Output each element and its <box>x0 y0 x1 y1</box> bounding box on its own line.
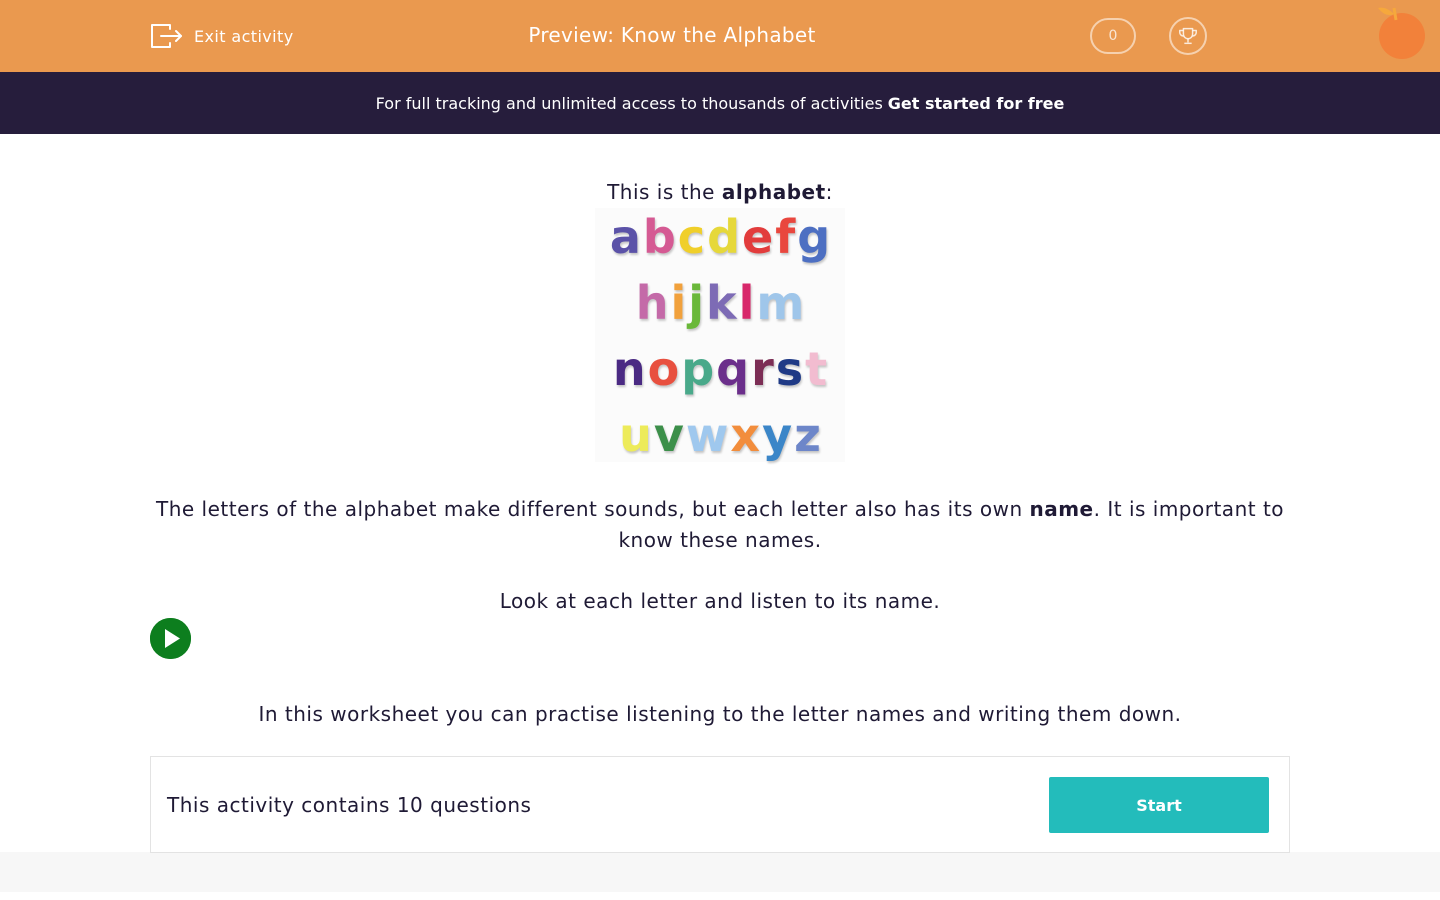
alphabet-row: hijklm <box>595 274 845 332</box>
signup-banner: For full tracking and unlimited access t… <box>0 72 1440 134</box>
alphabet-letter: s <box>775 342 804 396</box>
alphabet-letter: v <box>653 408 684 462</box>
alphabet-letter: o <box>647 342 680 396</box>
alphabet-letter: n <box>612 342 646 396</box>
score-badge: 0 <box>1090 18 1136 54</box>
alphabet-letter: m <box>756 276 805 330</box>
intro-suffix: : <box>825 180 833 204</box>
letters-part1: The letters of the alphabet make differe… <box>155 497 1030 521</box>
alphabet-image: abcdefg hijklm nopqrst uvwxyz <box>595 208 845 462</box>
alphabet-letter: w <box>685 408 729 462</box>
get-started-link[interactable]: Get started for free <box>888 94 1065 113</box>
alphabet-letter: z <box>794 408 821 462</box>
alphabet-letter: r <box>751 342 774 396</box>
alphabet-letter: k <box>706 276 737 330</box>
orange-logo-icon <box>1378 7 1425 59</box>
trophy-icon <box>1179 27 1197 45</box>
play-icon <box>150 618 191 659</box>
question-count: This activity contains 10 questions <box>167 793 532 817</box>
alphabet-letter: y <box>762 408 793 462</box>
intro-bold: alphabet <box>721 180 826 204</box>
alphabet-letter: q <box>716 342 750 396</box>
alphabet-letter: h <box>635 276 669 330</box>
alphabet-row: abcdefg <box>595 208 845 266</box>
alphabet-letter: j <box>688 276 704 330</box>
alphabet-row: nopqrst <box>595 340 845 398</box>
alphabet-letter: e <box>742 210 774 264</box>
alphabet-letter: l <box>738 276 755 330</box>
footer-band <box>0 852 1440 892</box>
look-instruction: Look at each letter and listen to its na… <box>499 589 941 613</box>
alphabet-letter: f <box>775 210 796 264</box>
letters-bold: name <box>1029 497 1094 521</box>
letters-paragraph: The letters of the alphabet make differe… <box>150 494 1290 556</box>
alphabet-letter: x <box>730 408 761 462</box>
alphabet-letter: u <box>619 408 652 462</box>
top-bar: Exit activity Preview: Know the Alphabet… <box>0 0 1440 72</box>
alphabet-letter: i <box>670 276 687 330</box>
alphabet-letter: p <box>681 342 715 396</box>
play-audio-button[interactable] <box>150 618 191 659</box>
intro-prefix: This is the <box>607 180 722 204</box>
intro-text: This is the alphabet: <box>0 180 1440 204</box>
activity-panel: This activity contains 10 questions Star… <box>150 756 1290 853</box>
page-title: Preview: Know the Alphabet <box>528 23 816 47</box>
alphabet-letter: c <box>677 210 706 264</box>
alphabet-letter: d <box>707 210 741 264</box>
worksheet-description: In this worksheet you can practise liste… <box>258 702 1182 726</box>
alphabet-letter: b <box>642 210 676 264</box>
alphabet-letter: g <box>797 210 831 264</box>
alphabet-row: uvwxyz <box>595 406 845 464</box>
alphabet-letter: a <box>609 210 641 264</box>
start-button[interactable]: Start <box>1049 777 1269 833</box>
banner-text: For full tracking and unlimited access t… <box>375 93 883 113</box>
alphabet-letter: t <box>805 342 828 396</box>
trophy-button[interactable] <box>1169 17 1207 55</box>
